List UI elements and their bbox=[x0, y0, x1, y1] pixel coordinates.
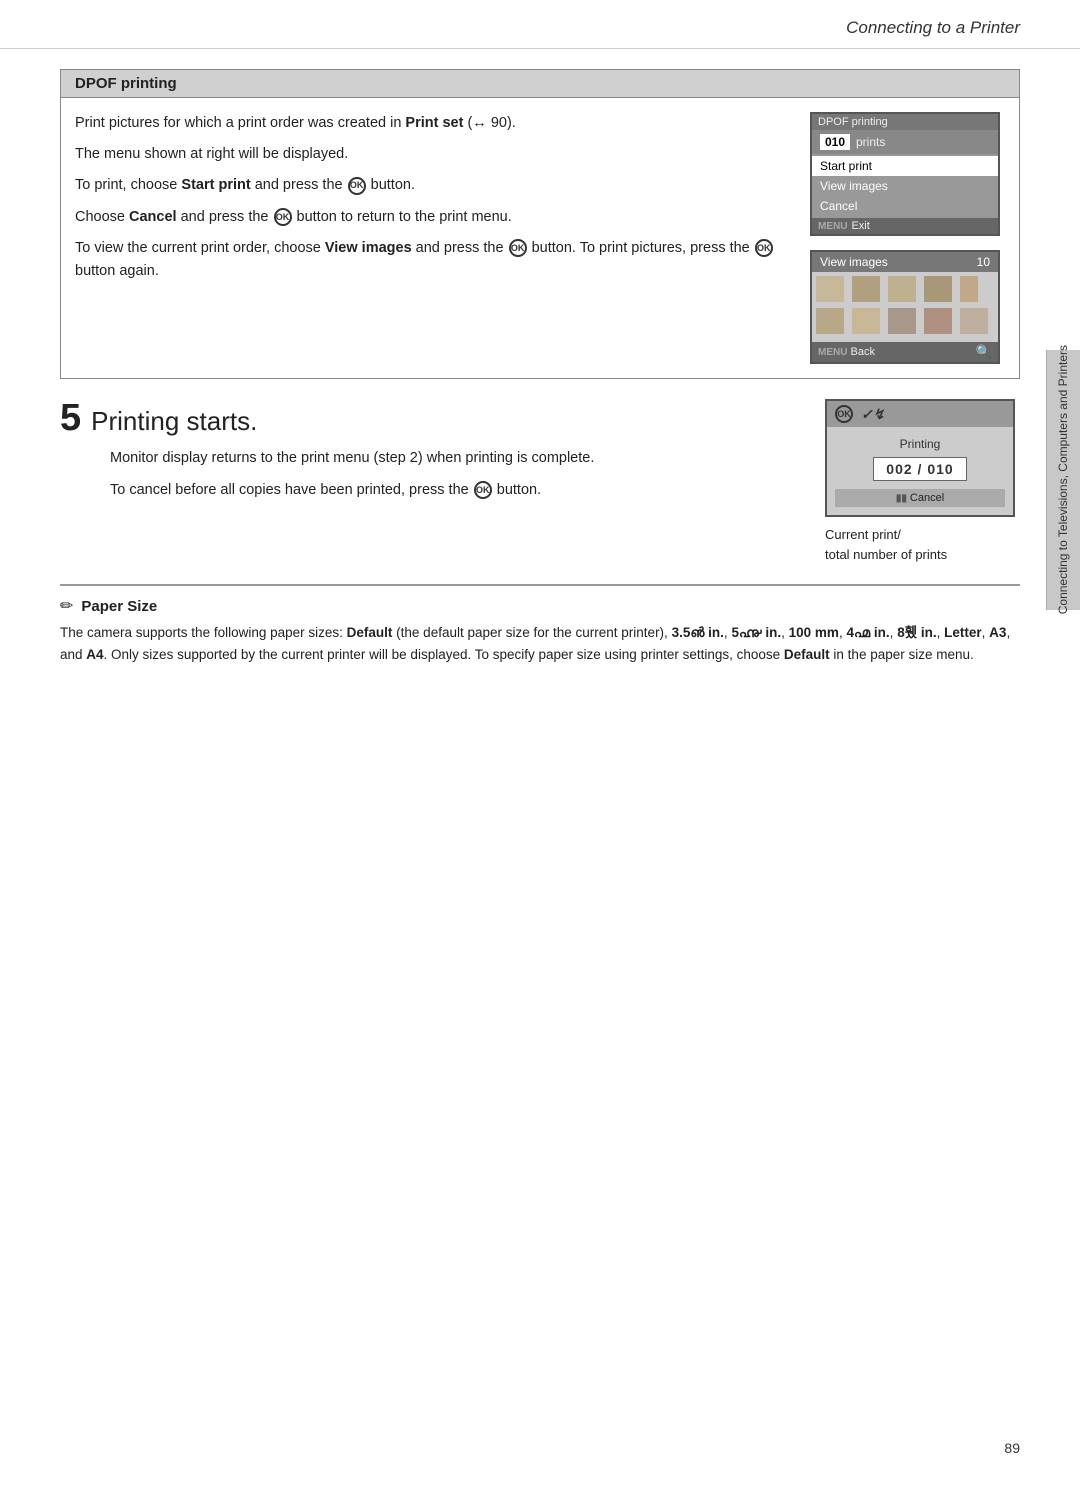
printing-progress: 002 / 010 bbox=[873, 457, 966, 481]
page-container: Connecting to a Printer DPOF printing Pr… bbox=[0, 0, 1080, 1486]
screen1-cancel: Cancel bbox=[812, 196, 998, 216]
note-size1: 3.5൵ in. bbox=[672, 625, 724, 640]
note-title: Paper Size bbox=[81, 598, 157, 615]
step5-para2: To cancel before all copies have been pr… bbox=[110, 479, 805, 503]
page-number: 89 bbox=[1004, 1440, 1020, 1456]
printing-screen: OK ✓↯ Printing 002 / 010 ▮▮ Cancel bbox=[825, 399, 1015, 517]
printing-body: Printing 002 / 010 ▮▮ Cancel bbox=[827, 427, 1013, 515]
note-default1: Default bbox=[347, 625, 393, 640]
print-set-ref: ↔ 90 bbox=[472, 115, 507, 131]
screen1-menu-label: MENU bbox=[818, 221, 847, 232]
screen2-header: View images 10 bbox=[812, 252, 998, 272]
screen1-menu: Start print View images Cancel bbox=[812, 154, 998, 218]
caption-line1: Current print/ bbox=[825, 525, 947, 545]
thumb-8 bbox=[888, 308, 916, 334]
note-size4: 4൶ in. bbox=[846, 625, 889, 640]
step5-body: Monitor display returns to the print men… bbox=[60, 447, 805, 503]
ok-btn-inline1: OK bbox=[348, 177, 366, 195]
screen1-prints-value: 010 bbox=[820, 134, 850, 150]
page-header: Connecting to a Printer bbox=[0, 0, 1080, 49]
header-title: Connecting to a Printer bbox=[846, 18, 1020, 37]
step5-para1: Monitor display returns to the print men… bbox=[110, 447, 805, 471]
ok-btn-inline5: OK bbox=[474, 481, 492, 499]
ok-btn-inline3: OK bbox=[509, 239, 527, 257]
note-size2: 5൷ in. bbox=[731, 625, 781, 640]
note-para: The camera supports the following paper … bbox=[60, 622, 1020, 665]
printing-caption: Current print/ total number of prints bbox=[825, 525, 947, 564]
note-size7: A3 bbox=[989, 625, 1006, 640]
view-images-screen: View images 10 bbox=[810, 250, 1000, 364]
thumb-5 bbox=[960, 276, 978, 302]
side-tab-text: Connecting to Televisions, Computers and… bbox=[1055, 345, 1072, 614]
start-print-bold: Start print bbox=[181, 177, 250, 193]
ok-btn-inline2: OK bbox=[274, 208, 292, 226]
screen2-footer: MENU Back 🔍 bbox=[812, 342, 998, 362]
dpof-content: Print pictures for which a print order w… bbox=[61, 98, 1019, 378]
printing-screen-top: OK ✓↯ bbox=[827, 401, 1013, 427]
step5-screen-col: OK ✓↯ Printing 002 / 010 ▮▮ Cancel Curre… bbox=[825, 399, 1020, 564]
dpof-menu-screen: DPOF printing 010 prints Start print Vie… bbox=[810, 112, 1000, 236]
screen2-count: 10 bbox=[977, 255, 990, 269]
note-box: ✏ Paper Size The camera supports the fol… bbox=[60, 584, 1020, 665]
thumb-10 bbox=[960, 308, 988, 334]
thumb-7 bbox=[852, 308, 880, 334]
wr-icon: ✓↯ bbox=[861, 406, 884, 423]
dpof-para5: To view the current print order, choose … bbox=[75, 237, 790, 283]
step5-section: 5 Printing starts. Monitor display retur… bbox=[60, 399, 1020, 564]
screen1-header: DPOF printing bbox=[812, 114, 998, 130]
thumb-4 bbox=[924, 276, 952, 302]
screen1-view-images: View images bbox=[812, 176, 998, 196]
view-images-bold: View images bbox=[325, 240, 412, 256]
note-size5: 8휐 in. bbox=[897, 625, 936, 640]
dpof-section: DPOF printing Print pictures for which a… bbox=[60, 69, 1020, 379]
note-size6: Letter bbox=[944, 625, 982, 640]
dpof-screens: DPOF printing 010 prints Start print Vie… bbox=[810, 112, 1005, 364]
screen2-footer-left: MENU Back bbox=[818, 346, 875, 358]
thumb-2 bbox=[852, 276, 880, 302]
screen1-prints-row: 010 prints bbox=[812, 130, 998, 154]
ok-icon-top: OK bbox=[835, 405, 853, 423]
step5-title-row: 5 Printing starts. bbox=[60, 399, 805, 437]
dpof-para3: To print, choose Start print and press t… bbox=[75, 174, 790, 197]
screen2-grid bbox=[812, 272, 998, 342]
ok-btn-inline4: OK bbox=[755, 239, 773, 257]
note-body: The camera supports the following paper … bbox=[60, 622, 1020, 665]
dpof-para2: The menu shown at right will be displaye… bbox=[75, 143, 790, 166]
printing-cancel-row: ▮▮ Cancel bbox=[835, 489, 1005, 507]
dpof-text: Print pictures for which a print order w… bbox=[75, 112, 790, 364]
caption-line2: total number of prints bbox=[825, 545, 947, 565]
step5-title: Printing starts. bbox=[91, 406, 257, 437]
note-title-row: ✏ Paper Size bbox=[60, 596, 1020, 616]
note-a4: A4 bbox=[86, 647, 103, 662]
thumb-1 bbox=[816, 276, 844, 302]
screen2-header-label: View images bbox=[820, 255, 888, 269]
side-tab: Connecting to Televisions, Computers and… bbox=[1046, 350, 1080, 610]
thumb-6 bbox=[816, 308, 844, 334]
dpof-para4: Choose Cancel and press the OK button to… bbox=[75, 206, 790, 229]
dpof-title: DPOF printing bbox=[61, 70, 1019, 98]
thumb-9 bbox=[924, 308, 952, 334]
printing-label: Printing bbox=[900, 437, 941, 451]
note-icon: ✏ bbox=[60, 596, 73, 616]
cancel-bold: Cancel bbox=[129, 209, 177, 225]
print-set-bold: Print set bbox=[405, 115, 463, 131]
screen1-start-print: Start print bbox=[812, 156, 998, 176]
note-size3: 100󗅐 mm bbox=[789, 625, 839, 640]
step5-text: 5 Printing starts. Monitor display retur… bbox=[60, 399, 805, 564]
magnify-icon: 🔍 bbox=[976, 344, 992, 360]
screen1-prints-label: prints bbox=[856, 135, 885, 149]
main-content: DPOF printing Print pictures for which a… bbox=[0, 49, 1080, 695]
screen1-exit-label: Exit bbox=[851, 220, 869, 232]
screen1-footer: MENU Exit bbox=[812, 218, 998, 234]
note-default2: Default bbox=[784, 647, 830, 662]
dpof-para1: Print pictures for which a print order w… bbox=[75, 112, 790, 135]
step5-number: 5 bbox=[60, 399, 81, 437]
thumb-3 bbox=[888, 276, 916, 302]
